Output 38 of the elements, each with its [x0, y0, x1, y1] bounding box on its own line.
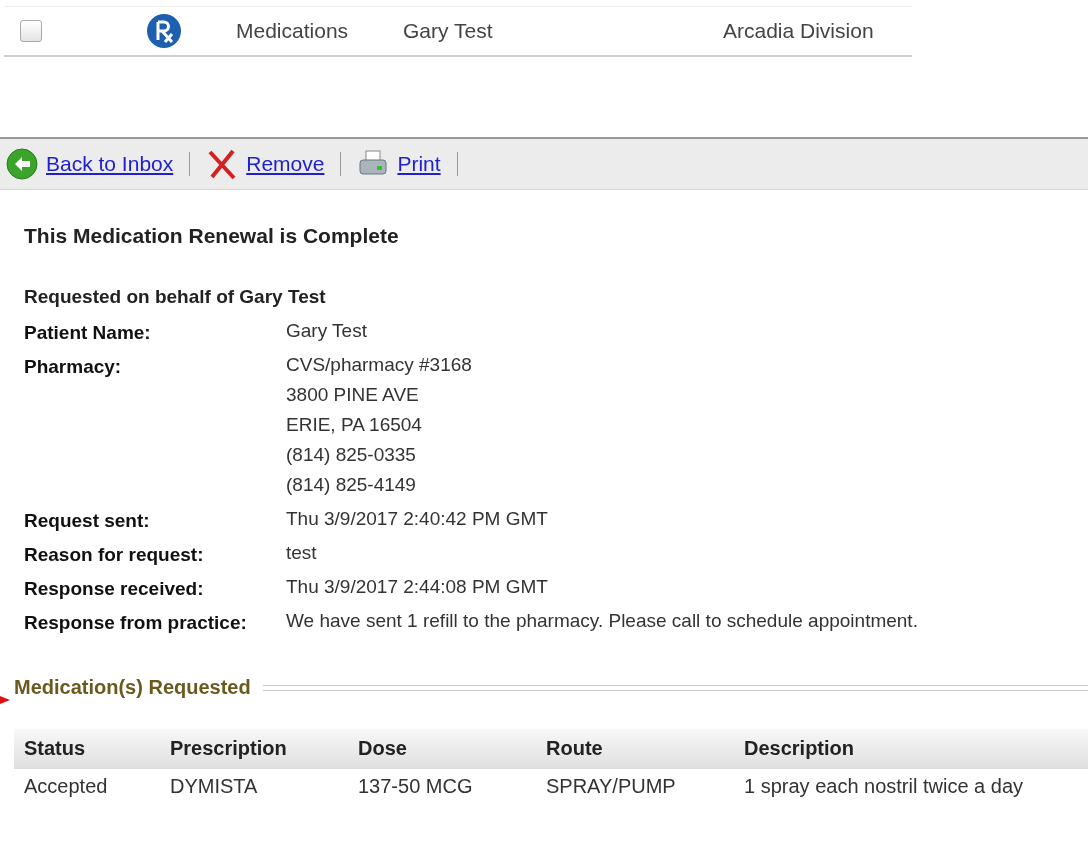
table-cell: Accepted: [14, 768, 160, 804]
remove-link[interactable]: Remove: [246, 152, 325, 176]
message-type: Medications: [236, 19, 350, 43]
field-label: Request sent:: [24, 510, 151, 533]
field-label: Pharmacy:: [24, 356, 123, 379]
field-label: Patient Name:: [24, 322, 152, 345]
field-label: Response received:: [24, 578, 205, 601]
field-value: 3800 PINE AVE: [286, 383, 420, 407]
field-value: Thu 3/9/2017 2:40:42 PM GMT: [286, 507, 549, 531]
field-value: test: [286, 541, 318, 565]
subtitle: Requested on behalf of Gary Test: [24, 286, 327, 308]
column-header: Prescription: [160, 729, 348, 769]
table-cell: DYMISTA: [160, 768, 348, 804]
column-header: Dose: [348, 729, 536, 769]
table-cell: 1 spray each nostril twice a day: [734, 768, 1088, 804]
checkbox[interactable]: [20, 20, 42, 42]
rx-icon: [146, 13, 182, 49]
patient-name: Gary Test: [403, 19, 494, 43]
column-header: Status: [14, 729, 160, 769]
field-label: Response from practice:: [24, 612, 248, 635]
table-cell: SPRAY/PUMP: [536, 768, 734, 804]
field-value: We have sent 1 refill to the pharmacy. Please call to schedule appointment.: [286, 609, 919, 633]
page-title: This Medication Renewal is Complete: [24, 224, 400, 248]
print-link[interactable]: Print: [397, 152, 441, 176]
table-cell: 137-50 MCG: [348, 768, 536, 804]
field-value: Thu 3/9/2017 2:44:08 PM GMT: [286, 575, 549, 599]
field-value: ERIE, PA 16504: [286, 413, 423, 437]
field-value: (814) 825-0335: [286, 443, 417, 467]
column-header: Route: [536, 729, 734, 769]
column-header: Description: [734, 729, 1088, 769]
field-label: Reason for request:: [24, 544, 205, 567]
division-name: Arcadia Division: [723, 19, 874, 43]
field-value: (814) 825-4149: [286, 473, 417, 497]
field-value: Gary Test: [286, 319, 368, 343]
arrow-tip-icon: [0, 693, 10, 707]
section-title: Medication(s) Requested: [14, 676, 251, 699]
back-link[interactable]: Back to Inbox: [46, 152, 174, 176]
field-value: CVS/pharmacy #3168: [286, 353, 473, 377]
